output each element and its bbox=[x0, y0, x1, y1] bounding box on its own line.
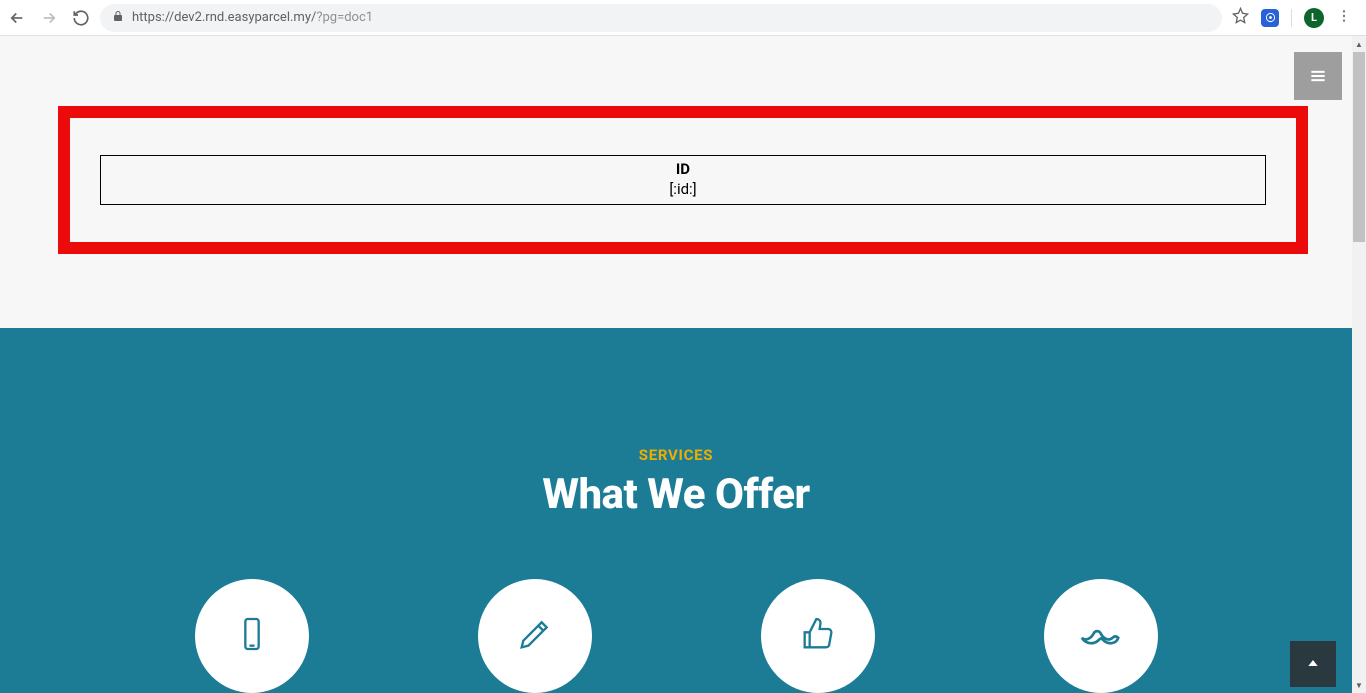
service-card-like[interactable] bbox=[761, 579, 875, 693]
toolbar-divider bbox=[1291, 9, 1292, 27]
id-table: ID [:id:] bbox=[100, 155, 1266, 205]
services-label: SERVICES bbox=[0, 446, 1352, 464]
hamburger-menu-button[interactable] bbox=[1294, 52, 1342, 100]
scroll-up-arrow[interactable]: ▲ bbox=[1352, 36, 1366, 52]
browser-toolbar: https://dev2.rnd.easyparcel.my/?pg=doc1 … bbox=[0, 0, 1366, 36]
bookmark-star-icon[interactable] bbox=[1232, 7, 1249, 28]
pencil-icon bbox=[515, 614, 555, 658]
nav-buttons bbox=[8, 9, 90, 27]
back-button[interactable] bbox=[8, 9, 26, 27]
scrollbar-thumb[interactable] bbox=[1353, 52, 1365, 242]
services-section: SERVICES What We Offer bbox=[0, 328, 1352, 693]
id-value: [:id:] bbox=[101, 180, 1265, 204]
profile-avatar[interactable]: L bbox=[1304, 8, 1324, 28]
address-bar[interactable]: https://dev2.rnd.easyparcel.my/?pg=doc1 bbox=[100, 4, 1222, 32]
thumbs-up-icon bbox=[798, 614, 838, 658]
service-icons-row bbox=[0, 579, 1352, 693]
scroll-to-top-button[interactable] bbox=[1290, 641, 1336, 687]
browser-menu-icon[interactable] bbox=[1336, 8, 1352, 28]
service-card-mustache[interactable] bbox=[1044, 579, 1158, 693]
service-card-edit[interactable] bbox=[478, 579, 592, 693]
url-query: ?pg=doc1 bbox=[316, 10, 373, 25]
lock-icon bbox=[112, 10, 124, 26]
page-content: ▲ ▼ ID [:id:] SERVICES What We Offer bbox=[0, 36, 1366, 693]
mobile-icon bbox=[232, 614, 272, 658]
forward-button[interactable] bbox=[40, 9, 58, 27]
scroll-down-arrow[interactable]: ▼ bbox=[1352, 677, 1366, 693]
services-heading: What We Offer bbox=[0, 470, 1352, 519]
url-host: https://dev2.rnd.easyparcel.my/ bbox=[132, 10, 316, 25]
reload-button[interactable] bbox=[72, 9, 90, 27]
toolbar-right: L bbox=[1232, 7, 1358, 28]
extension-icon[interactable] bbox=[1261, 9, 1279, 27]
service-card-mobile[interactable] bbox=[195, 579, 309, 693]
mustache-icon bbox=[1078, 614, 1124, 658]
highlight-box: ID [:id:] bbox=[58, 106, 1308, 254]
id-header: ID bbox=[101, 156, 1265, 180]
scrollbar[interactable]: ▲ ▼ bbox=[1352, 36, 1366, 693]
